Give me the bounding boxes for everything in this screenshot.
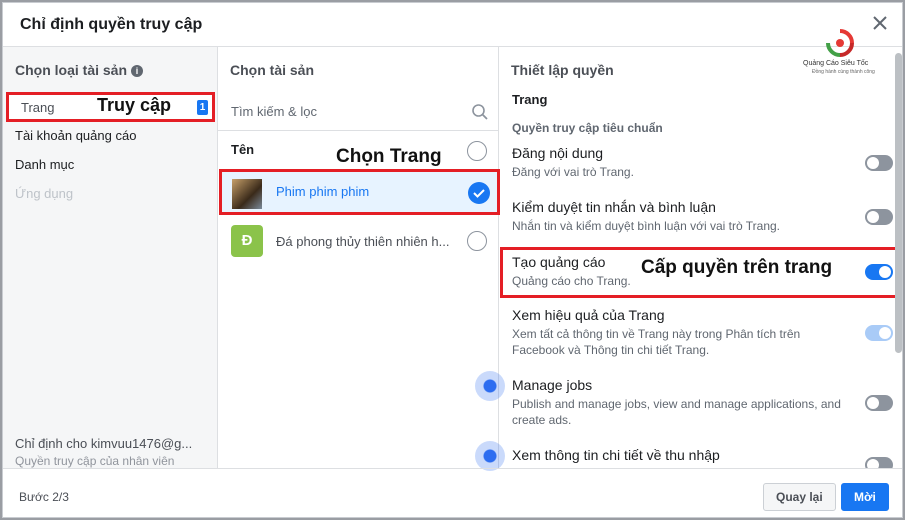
dialog-title: Chỉ định quyền truy cập: [20, 16, 203, 33]
info-icon[interactable]: i: [131, 65, 144, 77]
asset-type-item-apps: Ứng dụng: [15, 186, 74, 201]
permission-title: Xem hiệu quả của Trang: [512, 307, 665, 323]
logo-icon: [826, 29, 854, 57]
permission-item: Xem thông tin chi tiết về thu nhập: [512, 447, 852, 463]
back-button[interactable]: Quay lại: [763, 483, 836, 511]
assign-access-dialog: Chỉ định quyền truy cập Chọn loại tài sả…: [2, 2, 903, 518]
page-row-selected[interactable]: Phim phim phim: [219, 169, 500, 215]
page-thumbnail: [232, 179, 262, 209]
assigned-role-text: Quyền truy cập của nhân viên: [15, 454, 175, 468]
step-indicator: Bước 2/3: [19, 490, 69, 504]
page-row[interactable]: Đ Đá phong thủy thiên nhiên h...: [218, 225, 499, 261]
permission-toggle: [865, 325, 893, 341]
cursor-indicator: [475, 371, 505, 401]
dialog-header: Chỉ định quyền truy cập: [3, 3, 902, 47]
asset-type-heading: Chọn loại tài sản i: [15, 62, 144, 78]
asset-type-label: Trang: [21, 100, 55, 115]
asset-type-item-catalogs[interactable]: Danh mục: [15, 157, 74, 172]
permission-section-title: Trang: [512, 92, 548, 107]
permission-title: Đăng nội dung: [512, 145, 604, 161]
select-all-radio[interactable]: [467, 141, 487, 161]
search-input[interactable]: Tìm kiếm & lọc: [231, 104, 317, 119]
scrollbar[interactable]: [895, 53, 902, 353]
permission-item: Kiểm duyệt tin nhắn và bình luận Nhắn ti…: [512, 199, 852, 234]
annotation-grant-permission: Cấp quyền trên trang: [641, 257, 833, 278]
permission-toggle[interactable]: [865, 209, 893, 225]
permission-desc: Publish and manage jobs, view and manage…: [512, 397, 841, 427]
asset-type-item-ad-accounts[interactable]: Tài khoản quảng cáo: [15, 128, 136, 143]
page-name: Đá phong thủy thiên nhiên h...: [276, 234, 450, 249]
permission-desc: Xem tất cả thông tin về Trang này trong …: [512, 327, 801, 357]
toggle-knob: [867, 459, 879, 468]
page-name: Phim phim phim: [276, 184, 370, 199]
permission-desc: Nhắn tin và kiểm duyệt bình luận với vai…: [512, 219, 781, 233]
cursor-indicator: [475, 441, 505, 471]
permission-toggle[interactable]: [865, 264, 893, 280]
annotation-choose-page: Chọn Trang: [336, 146, 442, 167]
search-icon: [472, 104, 488, 120]
asset-type-item-pages[interactable]: Trang Truy cập 1: [6, 92, 215, 122]
toggle-knob: [867, 397, 879, 409]
permission-toggle[interactable]: [865, 395, 893, 411]
permission-subsection-title: Quyền truy cập tiêu chuẩn: [512, 121, 663, 135]
asset-heading: Chọn tài sản: [230, 62, 315, 78]
permission-title: Xem thông tin chi tiết về thu nhập: [512, 447, 720, 463]
brand-tagline: Đồng hành cùng thành công: [812, 69, 875, 75]
asset-search[interactable]: Tìm kiếm & lọc: [218, 93, 499, 131]
invite-button[interactable]: Mời: [841, 483, 889, 511]
annotation-access: Truy cập: [97, 95, 172, 115]
name-column-header: Tên: [231, 142, 255, 157]
close-icon[interactable]: [870, 13, 890, 33]
brand-logo: Quảng Cáo Siêu Tốc Đồng hành cùng thành …: [803, 28, 875, 78]
brand-name: Quảng Cáo Siêu Tốc: [803, 60, 869, 67]
toggle-knob: [879, 327, 891, 339]
toggle-knob: [867, 211, 879, 223]
permission-item: Đăng nội dung Đăng với vai trò Trang.: [512, 145, 852, 180]
dialog-footer: Bước 2/3 Quay lại Mời: [3, 468, 902, 517]
permission-item: Manage jobs Publish and manage jobs, vie…: [512, 377, 852, 428]
permission-toggle[interactable]: [865, 457, 893, 468]
permission-toggle[interactable]: [865, 155, 893, 171]
permission-item: Xem hiệu quả của Trang Xem tất cả thông …: [512, 307, 852, 358]
permission-desc: Đăng với vai trò Trang.: [512, 165, 634, 179]
permission-heading: Thiết lập quyền: [511, 62, 614, 78]
asset-type-column: Chọn loại tài sản i Trang Truy cập 1 Tài …: [3, 47, 218, 468]
selected-count-badge: 1: [197, 100, 208, 115]
toggle-knob: [867, 157, 879, 169]
asset-column: Chọn tài sản Tìm kiếm & lọc Tên Chọn Tra…: [218, 47, 500, 468]
permission-title: Kiểm duyệt tin nhắn và bình luận: [512, 199, 716, 215]
toggle-knob: [879, 266, 891, 278]
page-radio[interactable]: [467, 231, 487, 251]
checkmark-icon[interactable]: [468, 182, 490, 204]
page-thumbnail: Đ: [231, 225, 263, 257]
permission-column: Thiết lập quyền Trang Quyền truy cập tiê…: [499, 47, 902, 468]
permission-title: Manage jobs: [512, 377, 593, 393]
assigned-to-text: Chỉ định cho kimvuu1476@g...: [15, 436, 193, 451]
